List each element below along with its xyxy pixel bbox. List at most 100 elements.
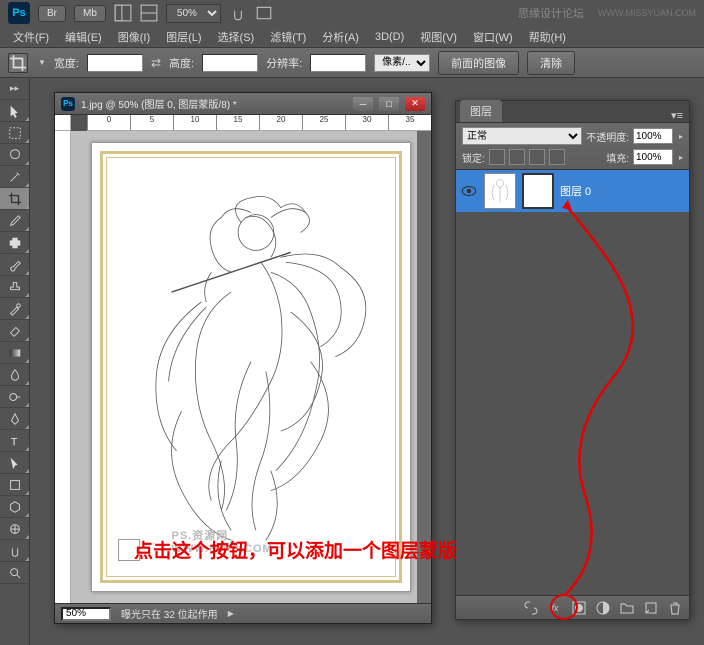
type-tool[interactable]: T — [0, 430, 29, 452]
menu-file[interactable]: 文件(F) — [6, 26, 56, 48]
close-button[interactable]: ✕ — [405, 97, 425, 111]
layers-panel: 图层 ▾≡ 正常 不透明度: ▸ 锁定: 填充: ▸ 图层 0 fx — [455, 100, 690, 620]
bridge-button[interactable]: Br — [38, 5, 66, 22]
width-label: 宽度: — [54, 55, 79, 71]
3d-tool[interactable] — [0, 496, 29, 518]
annotation-text: 点击这个按钮，可以添加一个图层蒙版 — [134, 536, 457, 563]
panel-menu-icon[interactable]: ▾≡ — [665, 109, 689, 122]
layers-tab[interactable]: 图层 — [460, 100, 502, 122]
status-text: 曝光只在 32 位起作用 — [121, 606, 218, 621]
document-titlebar[interactable]: Ps 1.jpg @ 50% (图层 0, 图层蒙版/8) * ─ □ ✕ — [55, 93, 431, 115]
wand-tool[interactable] — [0, 166, 29, 188]
hand-tool[interactable] — [0, 540, 29, 562]
3d-camera-tool[interactable] — [0, 518, 29, 540]
link-layers-icon[interactable] — [523, 600, 539, 616]
zoom-selector[interactable]: 50% — [166, 4, 221, 23]
new-group-icon[interactable] — [619, 600, 635, 616]
scrollbar-vertical[interactable] — [417, 131, 431, 603]
fill-input[interactable] — [633, 149, 673, 165]
minibridge-button[interactable]: Mb — [74, 5, 106, 22]
menu-bar: 文件(F) 编辑(E) 图像(I) 图层(L) 选择(S) 滤镜(T) 分析(A… — [0, 26, 704, 48]
swap-icon[interactable]: ⇄ — [151, 56, 161, 70]
canvas-artwork: PS.资源网 WWW.86PS.COM — [91, 142, 411, 592]
menu-select[interactable]: 选择(S) — [211, 26, 262, 48]
chevron-down-icon[interactable]: ▼ — [38, 58, 46, 67]
canvas[interactable]: PS.资源网 WWW.86PS.COM — [71, 131, 431, 603]
adjustment-layer-icon[interactable] — [595, 600, 611, 616]
menu-edit[interactable]: 编辑(E) — [58, 26, 109, 48]
layer-mask-thumbnail[interactable] — [522, 173, 554, 209]
maximize-button[interactable]: □ — [379, 97, 399, 111]
options-bar: ▼ 宽度: ⇄ 高度: 分辨率: 像素/... 前面的图像 清除 — [0, 48, 704, 78]
stamp-tool[interactable] — [0, 276, 29, 298]
doc-ps-icon: Ps — [61, 97, 75, 111]
ruler-horizontal[interactable]: 05101520253035 — [87, 115, 431, 131]
lock-position-icon[interactable] — [529, 149, 545, 165]
height-input[interactable] — [202, 54, 258, 72]
lock-all-icon[interactable] — [549, 149, 565, 165]
menu-image[interactable]: 图像(I) — [111, 26, 157, 48]
menu-view[interactable]: 视图(V) — [413, 26, 464, 48]
status-chevron-icon[interactable]: ▶ — [228, 609, 234, 618]
menu-layer[interactable]: 图层(L) — [159, 26, 208, 48]
gradient-tool[interactable] — [0, 342, 29, 364]
delete-layer-icon[interactable] — [667, 600, 683, 616]
shape-tool[interactable] — [0, 474, 29, 496]
blur-tool[interactable] — [0, 364, 29, 386]
app-header: Ps Br Mb 50% 思缘设计论坛 WWW.MISSYUAN.COM — [0, 0, 704, 26]
panel-tabs: 图层 ▾≡ — [456, 101, 689, 123]
lock-label: 锁定: — [462, 150, 485, 165]
clear-button[interactable]: 清除 — [527, 51, 575, 75]
zoom-tool[interactable] — [0, 562, 29, 584]
crop-tool-icon[interactable] — [8, 53, 28, 73]
layer-row[interactable]: 图层 0 — [456, 170, 689, 212]
svg-text:T: T — [10, 436, 17, 448]
unit-select[interactable]: 像素/... — [374, 54, 430, 72]
menu-3d[interactable]: 3D(D) — [368, 28, 411, 46]
front-image-button[interactable]: 前面的图像 — [438, 51, 519, 75]
pen-tool[interactable] — [0, 408, 29, 430]
height-label: 高度: — [169, 55, 194, 71]
layer-list: 图层 0 — [456, 170, 689, 580]
panel-controls: 正常 不透明度: ▸ 锁定: 填充: ▸ — [456, 123, 689, 170]
status-zoom-input[interactable] — [61, 607, 111, 621]
marquee-tool[interactable] — [0, 122, 29, 144]
crop-tool[interactable] — [0, 188, 29, 210]
move-tool[interactable] — [0, 100, 29, 122]
eraser-tool[interactable] — [0, 320, 29, 342]
hand-icon[interactable] — [229, 4, 247, 22]
lasso-tool[interactable] — [0, 144, 29, 166]
resolution-label: 分辨率: — [266, 55, 302, 71]
brand-url: WWW.MISSYUAN.COM — [598, 8, 696, 18]
resolution-input[interactable] — [310, 54, 366, 72]
layer-thumbnail[interactable] — [484, 173, 516, 209]
ruler-vertical[interactable] — [55, 131, 71, 603]
width-input[interactable] — [87, 54, 143, 72]
brush-tool[interactable] — [0, 254, 29, 276]
dodge-tool[interactable] — [0, 386, 29, 408]
layer-name[interactable]: 图层 0 — [560, 183, 591, 199]
layout-icon[interactable] — [114, 4, 132, 22]
history-brush-tool[interactable] — [0, 298, 29, 320]
blend-mode-select[interactable]: 正常 — [462, 127, 582, 145]
menu-window[interactable]: 窗口(W) — [466, 26, 520, 48]
healing-tool[interactable] — [0, 232, 29, 254]
minimize-button[interactable]: ─ — [353, 97, 373, 111]
lineart-illustration — [112, 163, 390, 560]
toggle-palette[interactable]: ▸▸ — [0, 78, 29, 100]
visibility-icon[interactable] — [460, 182, 478, 200]
document-title: 1.jpg @ 50% (图层 0, 图层蒙版/8) * — [81, 96, 347, 111]
layout-icon-2[interactable] — [140, 4, 158, 22]
fill-chevron-icon[interactable]: ▸ — [679, 153, 683, 162]
menu-help[interactable]: 帮助(H) — [522, 26, 573, 48]
opacity-input[interactable] — [633, 128, 673, 144]
screen-mode-icon[interactable] — [255, 4, 273, 22]
lock-pixels-icon[interactable] — [509, 149, 525, 165]
eyedropper-tool[interactable] — [0, 210, 29, 232]
menu-analysis[interactable]: 分析(A) — [315, 26, 366, 48]
opacity-chevron-icon[interactable]: ▸ — [679, 132, 683, 141]
new-layer-icon[interactable] — [643, 600, 659, 616]
path-selection-tool[interactable] — [0, 452, 29, 474]
lock-transparency-icon[interactable] — [489, 149, 505, 165]
menu-filter[interactable]: 滤镜(T) — [263, 26, 313, 48]
